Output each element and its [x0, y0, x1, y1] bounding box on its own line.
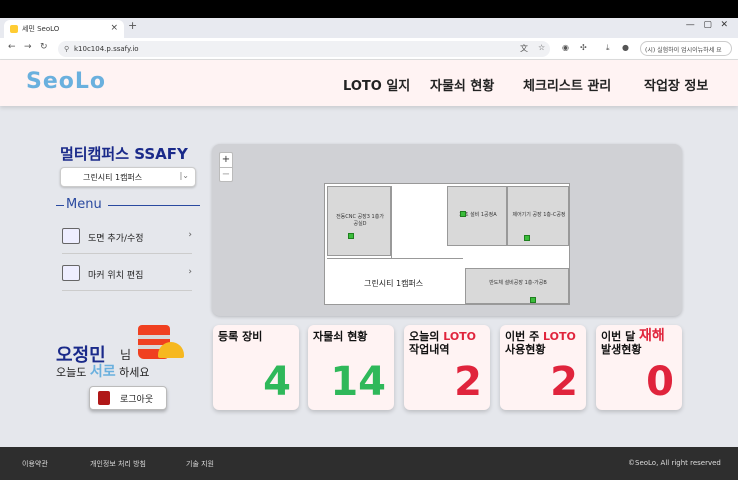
room-label: 반도체 설비공장 1층-가공B: [489, 280, 547, 286]
window-controls[interactable]: — ▢ ✕: [686, 20, 728, 30]
nav-workplace-info[interactable]: 작업장 정보: [644, 75, 708, 94]
marker-icon[interactable]: [530, 297, 536, 303]
sidebar-item-label: 마커 위치 편집: [88, 271, 144, 281]
back-icon[interactable]: ←: [8, 42, 16, 52]
stat-card-locks[interactable]: 자물쇠 현황 14: [308, 325, 394, 410]
card-value: 0: [646, 359, 674, 405]
stat-card-equipment[interactable]: 등록 장비 4: [213, 325, 299, 410]
footer-support-link[interactable]: 기술 지원: [186, 459, 214, 469]
translate-icon[interactable]: 文: [520, 43, 528, 54]
footer-terms-link[interactable]: 이용약관: [22, 459, 48, 469]
room[interactable]: 제어기기 공장 1층-C공정: [507, 186, 569, 246]
room[interactable]: 제조 설비 1공정A: [447, 186, 507, 246]
extension-icon[interactable]: ◉: [562, 43, 569, 52]
campus-select-value: 그린시티 1캠퍼스: [83, 173, 143, 182]
card-value: 2: [454, 359, 482, 405]
room[interactable]: 반도체 설비공장 1층-가공B: [465, 268, 569, 304]
puzzle-icon[interactable]: ✣: [580, 43, 587, 52]
logout-button[interactable]: 로그아웃: [89, 386, 167, 410]
footer-copyright: ©SeoLo, All right reserved: [628, 459, 721, 467]
address-bar-row: ← → ↻ ⚲ k10c104.p.ssafy.io 文 ☆ ◉ ✣ ⤓ ● (시…: [0, 38, 738, 60]
floor-label: 그린시티 1캠퍼스: [364, 279, 424, 288]
card-title: 이번 주 LOTO 사용현황: [505, 330, 576, 356]
card-title: 오늘의 LOTO 작업내역: [409, 330, 477, 356]
card-title: 이번 달 재해 발생현황: [601, 328, 665, 356]
campus-title: 멀티캠퍼스 SSAFY: [60, 145, 188, 163]
room[interactable]: 전동CNC 공장3 1층가공실D: [327, 186, 391, 256]
sidebar-item-label: 도면 추가/수정: [88, 234, 144, 244]
greet-pre: 오늘도: [56, 366, 87, 379]
profile-chip[interactable]: (시) 실험하이 업시이뉴하세 요: [640, 41, 732, 56]
stat-card-week-loto[interactable]: 이번 주 LOTO 사용현황 2: [500, 325, 586, 410]
greet-mid: 서로: [89, 364, 116, 380]
forward-icon[interactable]: →: [24, 42, 32, 52]
card-value: 14: [330, 359, 386, 405]
seolo-logo[interactable]: SeoLo: [26, 69, 106, 94]
zoom-out-button[interactable]: −: [220, 167, 232, 181]
zoom-control[interactable]: + −: [219, 152, 233, 182]
stat-card-month-accident[interactable]: 이번 달 재해 발생현황 0: [596, 325, 682, 410]
card-value: 4: [263, 359, 291, 405]
blueprint-icon: [62, 228, 80, 244]
notebook-icon: [62, 265, 80, 281]
logout-label: 로그아웃: [120, 395, 154, 405]
site-info-icon[interactable]: ⚲: [64, 45, 69, 53]
room-label: 제어기기 공장 1층-C공정: [512, 212, 566, 218]
download-icon[interactable]: ⤓: [606, 43, 610, 53]
reload-icon[interactable]: ↻: [40, 42, 48, 52]
bookmark-icon[interactable]: ☆: [538, 43, 545, 52]
browser-tab-bar: 세민 SeoLO × + — ▢ ✕: [0, 18, 738, 38]
sidebar-item-marker[interactable]: 마커 위치 편집 ›: [62, 255, 192, 291]
room-label: 전동CNC 공장3 1층가공실D: [336, 214, 384, 227]
marker-icon[interactable]: [524, 235, 530, 241]
nav-loto-log[interactable]: LOTO 일지: [343, 75, 410, 94]
tab-title: 세민 SeoLO: [22, 25, 60, 33]
close-tab-icon[interactable]: ×: [110, 23, 118, 33]
greet-post: 하세요: [119, 366, 150, 379]
nav-lock-status[interactable]: 자물쇠 현황: [430, 75, 494, 94]
stat-card-today-loto[interactable]: 오늘의 LOTO 작업내역 2: [404, 325, 490, 410]
chevron-right-icon: ›: [188, 267, 192, 277]
url-text: k10c104.p.ssafy.io: [74, 45, 139, 53]
menu-heading: Menu: [56, 197, 200, 212]
zoom-in-button[interactable]: +: [220, 153, 232, 167]
card-title: 등록 장비: [218, 330, 263, 343]
campus-select[interactable]: 그린시티 1캠퍼스 |⌄: [60, 167, 196, 187]
favicon-icon: [10, 25, 18, 33]
marker-icon[interactable]: [348, 233, 354, 239]
new-tab-icon[interactable]: +: [128, 19, 137, 32]
browser-tab[interactable]: 세민 SeoLO ×: [4, 20, 124, 38]
card-title: 자물쇠 현황: [313, 330, 368, 343]
avatar-icon[interactable]: ●: [622, 43, 629, 52]
marker-icon[interactable]: [460, 211, 466, 217]
menu-title: Menu: [66, 197, 102, 212]
footer-privacy-link[interactable]: 개인정보 처리 방침: [90, 459, 146, 469]
os-top-bar: [0, 0, 738, 18]
card-value: 2: [550, 359, 578, 405]
hard-hat-icon: [158, 342, 184, 358]
logout-icon: [98, 391, 110, 405]
sidebar-item-blueprint[interactable]: 도면 추가/수정 ›: [62, 218, 192, 254]
nav-checklist[interactable]: 체크리스트 관리: [523, 75, 611, 94]
floor-plan[interactable]: 전동CNC 공장3 1층가공실D 제조 설비 1공정A 제어기기 공장 1층-C…: [324, 183, 570, 305]
url-input[interactable]: ⚲ k10c104.p.ssafy.io: [58, 41, 550, 57]
chevron-right-icon: ›: [188, 230, 192, 240]
site-header: SeoLo LOTO 일지 자물쇠 현황 체크리스트 관리 작업장 정보: [0, 60, 738, 106]
chevron-down-icon: |⌄: [179, 171, 189, 180]
site-footer: 이용약관 개인정보 처리 방침 기술 지원 ©SeoLo, All right …: [0, 447, 738, 480]
greeting: 오늘도 서로 하세요: [56, 361, 150, 381]
